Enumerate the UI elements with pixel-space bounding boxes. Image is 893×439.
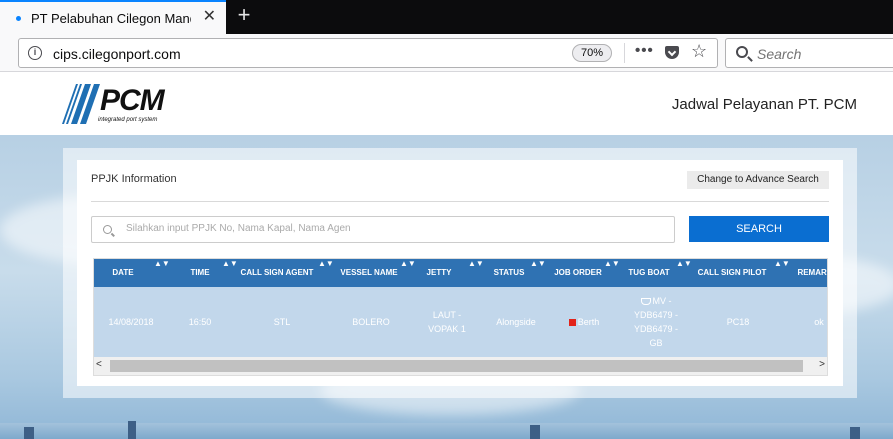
scroll-thumb[interactable] [110, 360, 803, 372]
column-header-time[interactable]: TIME [170, 259, 230, 287]
logo-subtitle: integrated port system [98, 117, 158, 123]
column-header-vessel-name[interactable]: VESSEL NAME [334, 259, 404, 287]
sort-icon[interactable]: ▲▼ [774, 259, 790, 268]
star-icon[interactable]: ☆ [691, 41, 707, 62]
crane-silhouette [530, 425, 540, 439]
cell-status: Alongside [496, 317, 536, 327]
tab-loading-icon [16, 15, 21, 21]
cell-call-sign-agent: STL [273, 317, 291, 327]
logo-stripes-icon [62, 84, 100, 124]
url-divider [624, 43, 625, 63]
url-text[interactable]: cips.cilegonport.com [53, 46, 181, 62]
column-header-jetty[interactable]: JETTY [414, 259, 464, 287]
ppjk-panel: PPJK Information Change to Advance Searc… [77, 160, 843, 386]
table-header: DATE ▲▼ TIME ▲▼ CALL SIGN AGENT ▲▼ VESSE… [94, 259, 827, 287]
sort-icon[interactable]: ▲▼ [530, 259, 546, 268]
sort-icon[interactable]: ▲▼ [676, 259, 692, 268]
cell-call-sign-pilot: PC18 [726, 317, 750, 327]
table-row[interactable]: 14/08/2018 16:50 STL BOLERO LAUT - VOPAK… [94, 287, 827, 357]
zoom-badge[interactable]: 70% [572, 44, 613, 62]
cell-time: 16:50 [188, 317, 212, 327]
ppjk-search-field[interactable] [91, 216, 675, 243]
logo-text: PCM [100, 84, 165, 117]
column-header-tug-boat[interactable]: TUG BOAT [620, 259, 678, 287]
column-header-call-sign-agent[interactable]: CALL SIGN AGENT [238, 259, 316, 287]
cell-remark: ok [814, 317, 824, 327]
scroll-left-arrow[interactable]: < [96, 359, 102, 370]
sort-icon[interactable]: ▲▼ [318, 259, 334, 268]
search-icon [736, 46, 748, 58]
info-icon[interactable]: i [28, 46, 42, 60]
search-icon [103, 225, 112, 234]
sort-icon[interactable]: ▲▼ [468, 259, 484, 268]
cell-tug-boat: MV - YDB6479 - YDB6479 - GB [622, 287, 690, 357]
new-tab-button[interactable]: + [234, 4, 254, 26]
panel-heading: PPJK Information [91, 173, 177, 185]
site-header: PCM integrated port system Jadwal Pelaya… [0, 72, 893, 135]
sort-icon[interactable]: ▲▼ [222, 259, 238, 268]
browser-search-box[interactable]: Search [725, 38, 893, 68]
cell-date: 14/08/2018 [108, 317, 154, 327]
scroll-right-arrow[interactable]: > [819, 359, 825, 370]
sort-icon[interactable]: ▲▼ [154, 259, 170, 268]
column-header-call-sign-pilot[interactable]: CALL SIGN PILOT [692, 259, 772, 287]
cell-vessel-name: BOLERO [352, 317, 390, 327]
column-header-status[interactable]: STATUS [484, 259, 534, 287]
page-actions-icon[interactable]: ••• [635, 42, 654, 59]
flag-icon [568, 318, 576, 326]
advance-search-button[interactable]: Change to Advance Search [687, 171, 829, 189]
column-header-job-order[interactable]: JOB ORDER [548, 259, 608, 287]
cell-job-order: Berth [550, 287, 618, 357]
panel-divider [91, 201, 829, 202]
crane-silhouette [24, 427, 34, 439]
browser-search-placeholder[interactable]: Search [757, 46, 801, 62]
horizontal-scrollbar[interactable]: < > [94, 357, 827, 375]
browser-tab[interactable]: PT Pelabuhan Cilegon Mandiri ✕ [0, 0, 226, 34]
job-order-text: Berth [577, 317, 600, 327]
close-tab-icon[interactable]: ✕ [203, 9, 216, 25]
column-header-remark[interactable]: REMARK [790, 259, 827, 287]
pcm-logo[interactable]: PCM integrated port system [62, 82, 182, 126]
page-title: Jadwal Pelayanan PT. PCM [671, 96, 857, 113]
sort-icon[interactable]: ▲▼ [604, 259, 620, 268]
url-bar[interactable]: i cips.cilegonport.com 70% ••• ☆ [18, 38, 718, 68]
schedule-table: DATE ▲▼ TIME ▲▼ CALL SIGN AGENT ▲▼ VESSE… [93, 258, 828, 376]
column-header-date[interactable]: DATE [94, 259, 152, 287]
tab-bar: PT Pelabuhan Cilegon Mandiri ✕ + [0, 0, 893, 34]
tab-title: PT Pelabuhan Cilegon Mandiri [31, 10, 191, 26]
crane-silhouette [850, 427, 860, 439]
ppjk-search-input[interactable] [126, 223, 656, 234]
cell-jetty: LAUT - VOPAK 1 [428, 310, 466, 334]
tug-boat-text: MV - YDB6479 - YDB6479 - GB [633, 296, 679, 348]
crane-silhouette [128, 421, 136, 439]
pocket-icon[interactable] [665, 46, 679, 59]
search-button[interactable]: SEARCH [689, 216, 829, 242]
nav-bar: i cips.cilegonport.com 70% ••• ☆ Search [0, 34, 893, 72]
ship-icon [640, 298, 651, 306]
